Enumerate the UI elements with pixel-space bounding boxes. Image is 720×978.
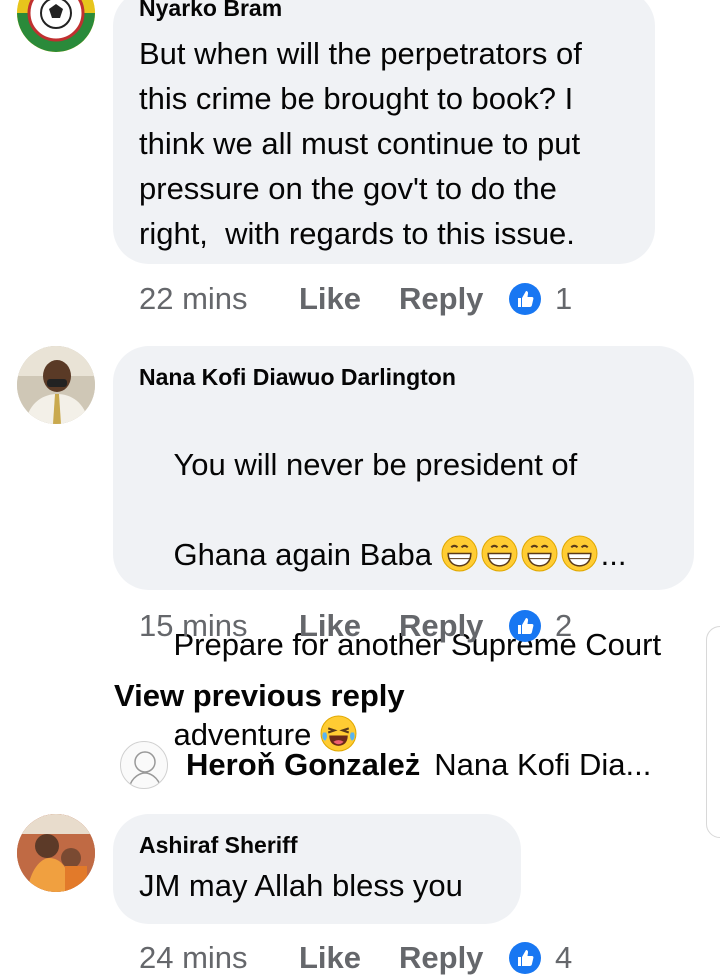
comment-actions: 22 mins Like Reply 1 (139, 279, 572, 319)
comment-actions: 15 mins Like Reply 2 (139, 606, 572, 646)
reply-button[interactable]: Reply (399, 940, 509, 976)
like-button[interactable]: Like (299, 281, 399, 317)
like-button[interactable]: Like (299, 940, 399, 976)
thumbs-up-icon (509, 942, 541, 974)
comment-bubble: Nana Kofi Diawuo Darlington You will nev… (113, 346, 694, 752)
reply-button[interactable]: Reply (399, 281, 509, 317)
reply-snippet: Nana Kofi Dia... (434, 747, 652, 782)
comment-author[interactable]: Nana Kofi Diawuo Darlington (139, 363, 668, 391)
comment-bubble: Nyarko Bram But when will the perpetrato… (113, 0, 655, 264)
avatar-nyarko-bram[interactable] (17, 0, 95, 52)
thumbs-up-icon (509, 610, 541, 642)
grinning-face-emoji (521, 535, 558, 572)
view-previous-reply-link[interactable]: View previous reply (114, 676, 405, 716)
avatar-ashiraf-sheriff[interactable] (17, 814, 95, 892)
grinning-face-emoji (481, 535, 518, 572)
comment-text-line: You will never be president of (173, 447, 578, 482)
reaction-count[interactable]: 1 (555, 281, 572, 317)
reaction-count[interactable]: 2 (555, 608, 572, 644)
avatar-heron[interactable] (120, 741, 168, 789)
reply-button[interactable]: Reply (399, 608, 509, 644)
reaction-count[interactable]: 4 (555, 940, 572, 976)
comment-text: But when will the perpetrators of this c… (139, 36, 582, 251)
reply-preview[interactable]: Heroň Gonzależ Nana Kofi Dia... (120, 740, 651, 790)
comment-text-line: Ghana again Baba (173, 537, 441, 572)
comment-bubble: Ashiraf Sheriff JM may Allah bless you (113, 814, 521, 924)
grinning-face-emoji (441, 535, 478, 572)
comment-timestamp: 15 mins (139, 608, 248, 643)
comment-timestamp: 22 mins (139, 281, 248, 316)
avatar-nana-kofi[interactable] (17, 346, 95, 424)
thumbs-up-icon (509, 283, 541, 315)
comment-author[interactable]: Nyarko Bram (139, 0, 629, 22)
comment-actions: 24 mins Like Reply 4 (139, 938, 572, 978)
grinning-face-emoji (561, 535, 598, 572)
comment-timestamp: 24 mins (139, 940, 248, 975)
comment-text-line: ... (600, 537, 627, 572)
comment-text: JM may Allah bless you (139, 868, 463, 903)
like-button[interactable]: Like (299, 608, 399, 644)
side-card-edge (706, 626, 720, 838)
reply-author[interactable]: Heroň Gonzależ (186, 747, 420, 783)
comment-author[interactable]: Ashiraf Sheriff (139, 831, 495, 859)
